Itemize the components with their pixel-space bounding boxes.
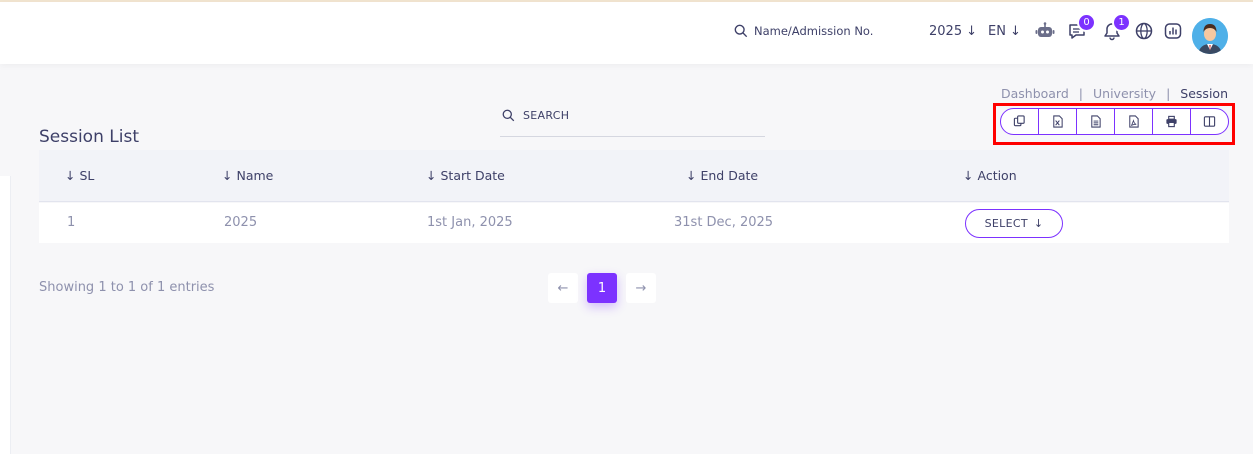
pagination: ← 1 → [548,273,656,303]
select-action-button[interactable]: SELECT ↓ [965,209,1063,238]
previous-page-button[interactable]: ← [548,273,578,303]
table-row: 1 2025 1st Jan, 2025 31st Dec, 2025 SELE… [39,203,1229,243]
notification-badge: 1 [1112,13,1131,32]
cell-sl: 1 [67,215,76,230]
chevron-down-icon: ↓ [1009,24,1021,39]
top-header: Name/Admission No. 2025 ↓ EN ↓ 0 1 [0,2,1253,64]
pdf-icon [1129,115,1139,128]
column-header-name[interactable]: ↓ Name [222,168,273,183]
column-label: SL [79,168,95,183]
breadcrumb-university[interactable]: University [1093,86,1156,101]
column-header-sl[interactable]: ↓ SL [65,168,94,183]
breadcrumb-separator: | [1166,86,1171,101]
column-header-start-date[interactable]: ↓ Start Date [426,168,505,183]
copy-icon [1013,115,1025,127]
user-avatar-icon [1192,18,1228,54]
sort-arrow-icon: ↓ [963,168,974,183]
table-search-input[interactable]: SEARCH [500,104,765,137]
year-dropdown[interactable]: 2025 ↓ [929,24,977,39]
pdf-button[interactable] [1115,109,1153,134]
export-button-group [1000,108,1229,135]
column-label: Action [977,168,1017,183]
sort-arrow-icon: ↓ [222,168,233,183]
column-header-action[interactable]: ↓ Action [963,168,1017,183]
chevron-down-icon: ↓ [1033,217,1044,230]
breadcrumb: Dashboard | University | Session [1001,86,1228,101]
left-panel-edge [0,176,11,454]
print-icon [1166,115,1177,128]
avatar[interactable] [1192,18,1228,54]
csv-icon [1091,115,1101,128]
globe-icon[interactable] [1133,20,1155,42]
column-label: Start Date [440,168,505,183]
breadcrumb-session: Session [1180,86,1228,101]
year-value: 2025 [929,24,963,39]
page-button[interactable]: 1 [587,273,617,303]
columns-button[interactable] [1191,109,1228,134]
cell-name: 2025 [224,215,258,230]
sort-arrow-icon: ↓ [65,168,76,183]
csv-button[interactable] [1077,109,1115,134]
search-placeholder: SEARCH [523,108,570,122]
copy-button[interactable] [1001,109,1039,134]
breadcrumb-dashboard[interactable]: Dashboard [1001,86,1069,101]
header-search[interactable]: Name/Admission No. [734,24,873,38]
sort-arrow-icon: ↓ [686,168,697,183]
columns-icon [1203,116,1216,127]
excel-button[interactable] [1039,109,1077,134]
cell-start-date: 1st Jan, 2025 [427,215,513,230]
cell-end-date: 31st Dec, 2025 [674,215,774,230]
column-label: End Date [700,168,759,183]
language-dropdown[interactable]: EN ↓ [988,24,1021,39]
column-label: Name [236,168,274,183]
page-title: Session List [39,127,139,147]
column-header-end-date[interactable]: ↓ End Date [686,168,758,183]
bell-icon[interactable]: 1 [1101,13,1131,42]
breadcrumb-separator: | [1078,86,1084,101]
entries-info: Showing 1 to 1 of 1 entries [39,280,215,295]
table-header: ↓ SL ↓ Name ↓ Start Date ↓ End Date ↓ Ac… [39,150,1229,202]
search-icon [502,109,515,121]
print-button[interactable] [1153,109,1191,134]
select-label: SELECT [984,217,1028,230]
chart-icon[interactable] [1162,20,1184,42]
robot-icon[interactable] [1034,20,1056,42]
search-icon [734,24,748,38]
chat-badge: 0 [1077,13,1096,32]
chevron-down-icon: ↓ [966,24,977,39]
sort-arrow-icon: ↓ [426,168,437,183]
chat-icon[interactable]: 0 [1066,13,1096,42]
header-search-label: Name/Admission No. [754,24,874,38]
language-value: EN [988,24,1006,39]
next-page-button[interactable]: → [626,273,656,303]
excel-icon [1053,115,1063,128]
